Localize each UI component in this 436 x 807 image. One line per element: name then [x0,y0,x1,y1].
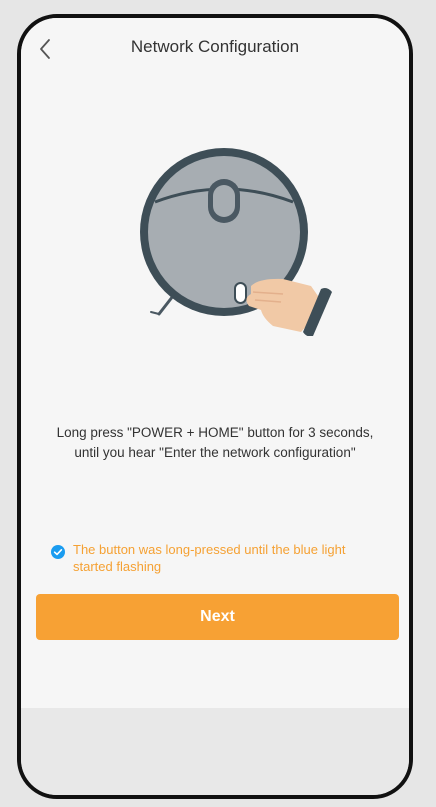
page-title: Network Configuration [130,37,300,56]
header-bar: Network Configuration [21,18,409,78]
phone-frame: Network Configuration Long press "POWER … [17,14,413,799]
instruction-line-1: Long press "POWER + HOME" button for 3 s… [56,425,374,440]
next-button[interactable]: Next [36,594,399,640]
confirmation-label: The button was long-pressed until the bl… [73,542,346,574]
bottom-area [21,708,409,795]
app-screen: Network Configuration Long press "POWER … [21,18,409,708]
check-circle-icon[interactable] [51,545,65,559]
robot-vacuum-illustration [133,146,343,337]
instruction-line-2: until you hear "Enter the network config… [74,445,356,460]
instruction-text: Long press "POWER + HOME" button for 3 s… [37,423,393,463]
confirmation-checkbox[interactable]: The button was long-pressed until the bl… [51,541,387,575]
